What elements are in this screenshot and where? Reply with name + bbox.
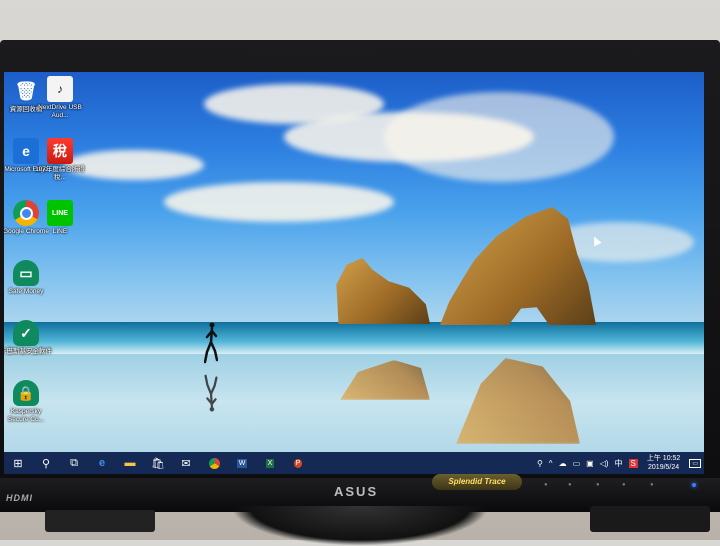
taskbar: ⊞ ⚲ ⧉ e ▬ 🛍 ✉ W X P ⚲ ^ ☁ ▭ ▣ ◁) 中 S 上午 … [4,452,704,474]
network-icon[interactable]: ▣ [586,459,594,468]
line-icon: LINE [47,200,73,226]
desktop-icon-label: 卡巴斯基安全軟件 [4,348,52,355]
task-view-icon[interactable]: ⧉ [60,452,88,474]
monitor-button-3[interactable]: ● [596,482,600,488]
powerpoint-icon[interactable]: P [284,452,312,474]
cloud [164,182,394,222]
excel-icon[interactable]: X [256,452,284,474]
desktop-screen[interactable]: 🗑 資源回收桶 ♪ NextDrive USB Aud... e Microso… [4,72,704,474]
hdmi-label: HDMI [6,493,33,503]
desktop-icon-label: Safe Money [8,288,44,295]
cloud [384,92,614,182]
monitor-stand [230,506,490,546]
clock-time: 上午 10:52 [646,455,681,462]
desktop-icon-nextdrive[interactable]: ♪ NextDrive USB Aud... [34,76,86,120]
mail-icon[interactable]: ✉ [172,452,200,474]
word-icon[interactable]: W [228,452,256,474]
kaspersky-vpn-icon: 🔒 [13,380,39,406]
desktop-icon-label: NextDrive USB Aud... [38,104,82,119]
start-icon[interactable]: ⊞ [4,452,32,474]
desktop-icon-kaspersky-vpn[interactable]: 🔒 Kaspersky Secure Co... [4,380,52,424]
search-icon[interactable]: ⚲ [32,452,60,474]
ime-mode-indicator[interactable]: 中 [615,458,623,469]
system-tray: ⚲ ^ ☁ ▭ ▣ ◁) 中 S 上午 10:52 2019/5/24 ▭ [534,452,704,474]
runner-reflection [204,374,218,412]
runner-silhouette [204,322,218,364]
monitor-button-5[interactable]: ● [650,482,654,488]
desktop-icon-kaspersky[interactable]: ✓ 卡巴斯基安全軟件 [4,320,52,356]
rock-left [336,258,430,324]
file-explorer-icon[interactable]: ▬ [116,452,144,474]
desktop-icon-safe-money[interactable]: ▭ Safe Money [4,260,52,296]
nextdrive-icon: ♪ [47,76,73,102]
desktop-icon-line[interactable]: LINE LINE [34,200,86,236]
clock[interactable]: 上午 10:52 2019/5/24 [647,454,680,472]
monitor-button-1[interactable]: ● [544,482,548,488]
onedrive-icon[interactable]: ☁ [559,459,567,468]
show-hidden-icons-chevron-icon[interactable]: ^ [549,459,553,468]
volume-icon[interactable]: ◁) [600,459,609,468]
desktop-icon-label: 107年度綜合所得稅... [35,166,85,181]
desktop-icon-label: LINE [52,228,68,235]
chrome-icon[interactable] [200,452,228,474]
sea [4,322,704,354]
people-icon[interactable]: ⚲ [537,459,543,468]
desktop-icon-tax[interactable]: 稅 107年度綜合所得稅... [34,138,86,182]
monitor-button-2[interactable]: ● [568,482,572,488]
rock-arch [440,207,596,325]
safe-money-icon: ▭ [13,260,39,286]
brand-logo: ASUS [334,484,379,499]
store-icon[interactable]: 🛍 [144,452,172,474]
monitor-button-4[interactable]: ● [622,482,626,488]
desktop-icon-label: Kaspersky Secure Co... [7,408,45,423]
kaspersky-shield-icon: ✓ [13,320,39,346]
desk-object-right [590,506,710,532]
battery-icon[interactable]: ▭ [573,459,581,468]
tax-app-icon: 稅 [47,138,73,164]
action-center-icon[interactable]: ▭ [689,458,701,468]
clock-date: 2019/5/24 [648,464,680,471]
ime-s-indicator[interactable]: S [628,458,638,468]
splendid-badge: Splendid Trace [432,474,522,490]
edge-icon[interactable]: e [88,452,116,474]
power-led-icon[interactable] [692,483,696,487]
desk-object-left [45,510,155,532]
